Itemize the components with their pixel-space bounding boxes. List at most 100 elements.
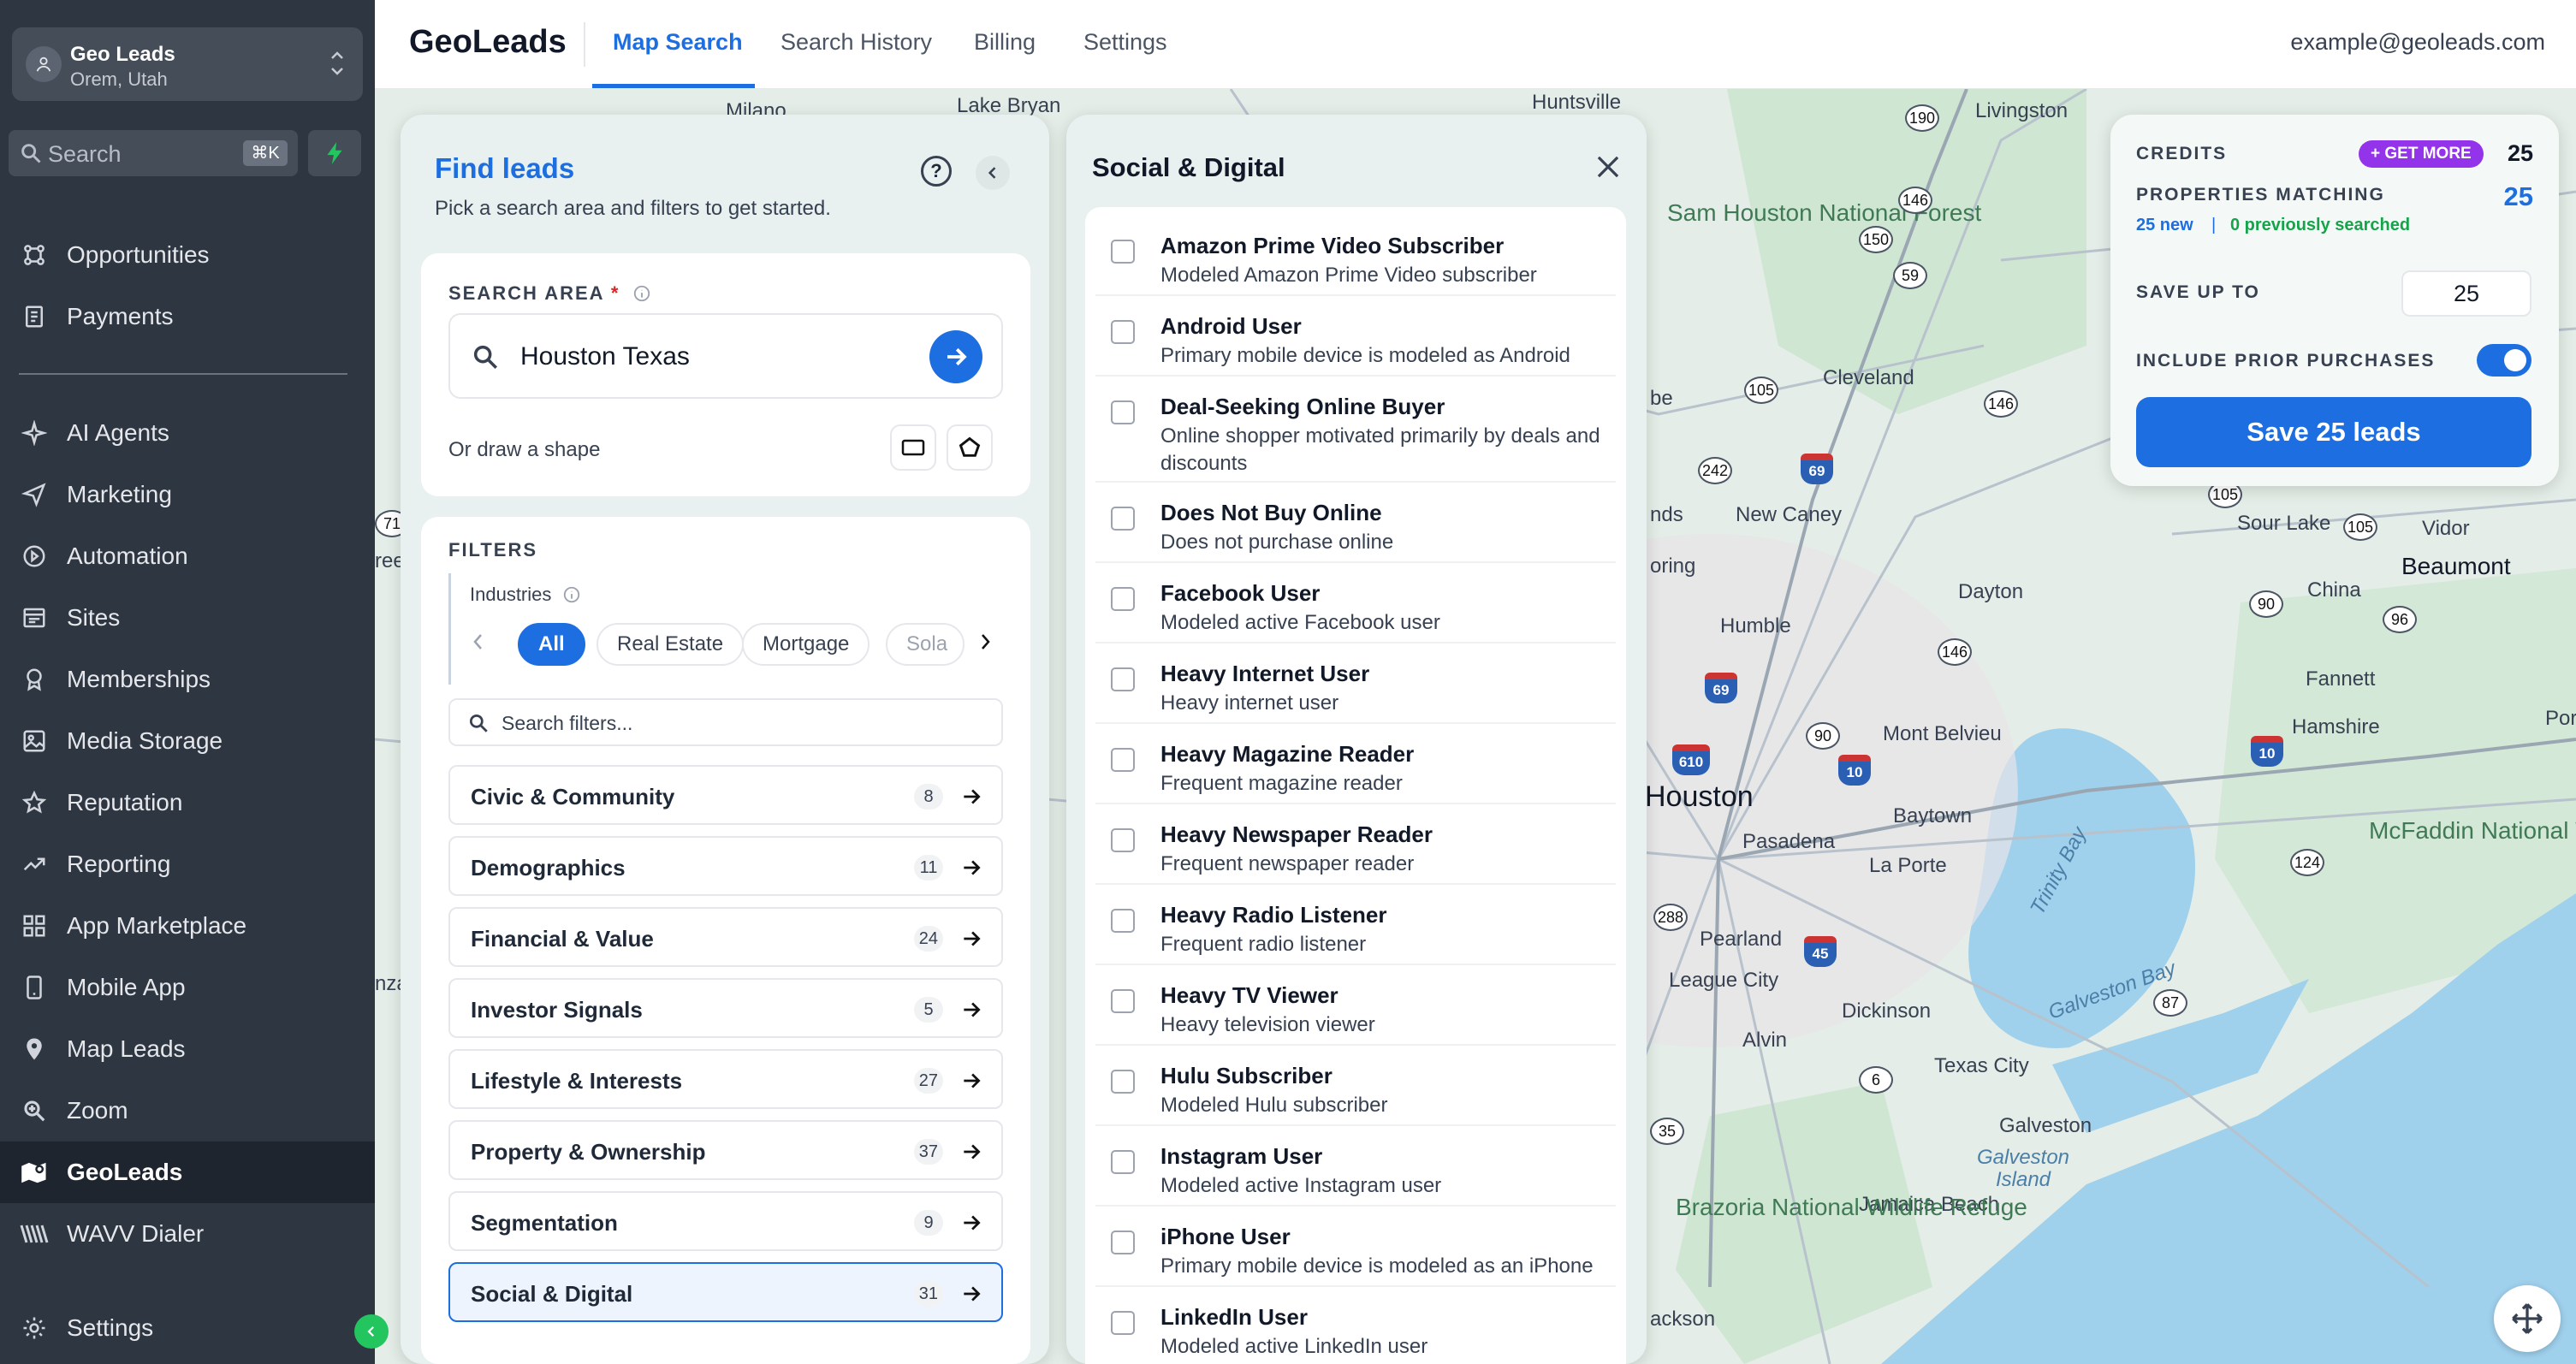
gear-icon — [17, 1311, 51, 1345]
draw-polygon-button[interactable] — [947, 424, 993, 471]
sidebar-item-settings[interactable]: Settings — [0, 1297, 375, 1359]
category-count: 27 — [913, 1068, 943, 1094]
option-checkbox[interactable] — [1111, 587, 1135, 611]
option-checkbox[interactable] — [1111, 1231, 1135, 1254]
filter-category-financial-value[interactable]: Financial & Value 24 — [448, 907, 1003, 967]
option-row[interactable]: Hulu Subscriber Modeled Hulu subscriber — [1095, 1046, 1616, 1126]
industry-chip-mortgage[interactable]: Mortgage — [742, 623, 870, 666]
phone-icon — [17, 970, 51, 1005]
option-checkbox[interactable] — [1111, 828, 1135, 852]
filter-category-social-digital[interactable]: Social & Digital 31 — [448, 1262, 1003, 1322]
option-row[interactable]: LinkedIn User Modeled active LinkedIn use… — [1095, 1287, 1616, 1364]
option-checkbox[interactable] — [1111, 909, 1135, 933]
payments-icon — [17, 299, 51, 334]
option-checkbox[interactable] — [1111, 320, 1135, 344]
industry-chip-real-estate[interactable]: Real Estate — [597, 623, 745, 666]
tab-search-history[interactable]: Search History — [781, 29, 932, 56]
chevron-right-icon[interactable] — [976, 630, 994, 658]
panel-subtitle: Pick a search area and filters to get st… — [435, 197, 831, 220]
tab-billing[interactable]: Billing — [974, 29, 1036, 56]
account-email[interactable]: example@geoleads.com — [2290, 29, 2545, 56]
option-row[interactable]: Android User Primary mobile device is mod… — [1095, 296, 1616, 377]
option-title: Deal-Seeking Online Buyer — [1160, 394, 1445, 419]
sidebar-collapse-button[interactable] — [354, 1314, 389, 1349]
sidebar-search[interactable]: Search ⌘K — [9, 130, 298, 176]
location-switcher[interactable]: Geo Leads Orem, Utah — [12, 27, 363, 101]
arrow-right-icon — [964, 1002, 981, 1017]
sidebar-item-app-marketplace[interactable]: App Marketplace — [0, 895, 375, 957]
sidebar-item-automation[interactable]: Automation — [0, 525, 375, 587]
filter-category-property-ownership[interactable]: Property & Ownership 37 — [448, 1120, 1003, 1180]
sidebar-item-map-leads[interactable]: Map Leads — [0, 1018, 375, 1080]
option-row[interactable]: Heavy Internet User Heavy internet user — [1095, 643, 1616, 724]
sidebar-item-marketing[interactable]: Marketing — [0, 464, 375, 525]
option-checkbox[interactable] — [1111, 989, 1135, 1013]
search-submit-button[interactable] — [929, 330, 982, 383]
option-row[interactable]: Instagram User Modeled active Instagram u… — [1095, 1126, 1616, 1207]
filter-category-lifestyle-interests[interactable]: Lifestyle & Interests 27 — [448, 1049, 1003, 1109]
option-row[interactable]: Heavy Magazine Reader Frequent magazine r… — [1095, 724, 1616, 804]
option-title: Amazon Prime Video Subscriber — [1160, 233, 1505, 258]
sidebar-item-payments[interactable]: Payments — [0, 286, 375, 347]
option-title: Heavy Magazine Reader — [1160, 741, 1415, 767]
option-row[interactable]: iPhone User Primary mobile device is mode… — [1095, 1207, 1616, 1287]
interstate-shield: 69 — [1801, 454, 1833, 484]
sidebar-item-zoom[interactable]: Zoom — [0, 1080, 375, 1142]
help-icon[interactable]: ? — [921, 156, 952, 187]
tab-settings[interactable]: Settings — [1083, 29, 1167, 56]
option-checkbox[interactable] — [1111, 748, 1135, 772]
tab-map-search[interactable]: Map Search — [613, 29, 743, 56]
option-checkbox[interactable] — [1111, 1150, 1135, 1174]
sidebar-item-label: Payments — [67, 303, 174, 329]
collapse-panel-button[interactable] — [976, 156, 1010, 190]
filter-category-demographics[interactable]: Demographics 11 — [448, 836, 1003, 896]
sidebar-item-mobile-app[interactable]: Mobile App — [0, 957, 375, 1018]
draw-rectangle-button[interactable] — [890, 424, 936, 471]
include-prior-toggle[interactable] — [2477, 344, 2531, 377]
option-title: Heavy Radio Listener — [1160, 902, 1387, 928]
option-row[interactable]: Heavy Newspaper Reader Frequent newspaper… — [1095, 804, 1616, 885]
option-row[interactable]: Facebook User Modeled active Facebook use… — [1095, 563, 1616, 643]
sidebar-item-label: Reporting — [67, 851, 171, 877]
sidebar-item-reporting[interactable]: Reporting — [0, 833, 375, 895]
sidebar-item-sites[interactable]: Sites — [0, 587, 375, 649]
filter-category-segmentation[interactable]: Segmentation 9 — [448, 1191, 1003, 1251]
industries-section: Industries All Real Estate Mortgage Sola — [448, 573, 1003, 685]
option-row[interactable]: Heavy TV Viewer Heavy television viewer — [1095, 965, 1616, 1046]
quick-action-button[interactable] — [308, 130, 361, 176]
map-label: Sour Lake — [2237, 512, 2331, 535]
option-checkbox[interactable] — [1111, 1311, 1135, 1335]
sidebar-item-media-storage[interactable]: Media Storage — [0, 710, 375, 772]
sidebar-item-memberships[interactable]: Memberships — [0, 649, 375, 710]
option-row[interactable]: Amazon Prime Video Subscriber Modeled Ama… — [1095, 216, 1616, 296]
sidebar-item-geoleads[interactable]: GeoLeads — [0, 1142, 375, 1203]
filter-category-civic-community[interactable]: Civic & Community 8 — [448, 765, 1003, 825]
option-checkbox[interactable] — [1111, 1070, 1135, 1094]
search-area-label: SEARCH AREA * — [448, 282, 651, 305]
search-filters-input[interactable]: Search filters... — [448, 698, 1003, 746]
category-count: 31 — [913, 1281, 943, 1307]
search-area-input[interactable]: Houston Texas — [448, 313, 1003, 399]
sidebar-item-opportunities[interactable]: Opportunities — [0, 224, 375, 286]
option-checkbox[interactable] — [1111, 400, 1135, 424]
save-up-to-input[interactable]: 25 — [2401, 270, 2531, 317]
industry-chip-all[interactable]: All — [518, 623, 585, 666]
filter-category-investor-signals[interactable]: Investor Signals 5 — [448, 978, 1003, 1038]
option-checkbox[interactable] — [1111, 667, 1135, 691]
option-row[interactable]: Deal-Seeking Online Buyer Online shopper … — [1095, 377, 1616, 483]
option-checkbox[interactable] — [1111, 507, 1135, 531]
option-row[interactable]: Heavy Radio Listener Frequent radio liste… — [1095, 885, 1616, 965]
map-label: oring — [1650, 554, 1696, 578]
industry-chip-solar[interactable]: Sola — [886, 623, 965, 666]
option-checkbox[interactable] — [1111, 240, 1135, 264]
memberships-icon — [17, 662, 51, 697]
sidebar-item-reputation[interactable]: Reputation — [0, 772, 375, 833]
save-leads-button[interactable]: Save 25 leads — [2136, 397, 2531, 467]
close-icon[interactable] — [1592, 151, 1624, 187]
chevron-left-icon[interactable] — [470, 630, 487, 658]
sidebar-item-wavv-dialer[interactable]: WAVV Dialer — [0, 1203, 375, 1265]
fullscreen-button[interactable] — [2494, 1285, 2561, 1352]
get-more-credits-button[interactable]: + GET MORE — [2359, 140, 2484, 168]
sidebar-item-ai-agents[interactable]: AI Agents — [0, 402, 375, 464]
option-row[interactable]: Does Not Buy Online Does not purchase onl… — [1095, 483, 1616, 563]
